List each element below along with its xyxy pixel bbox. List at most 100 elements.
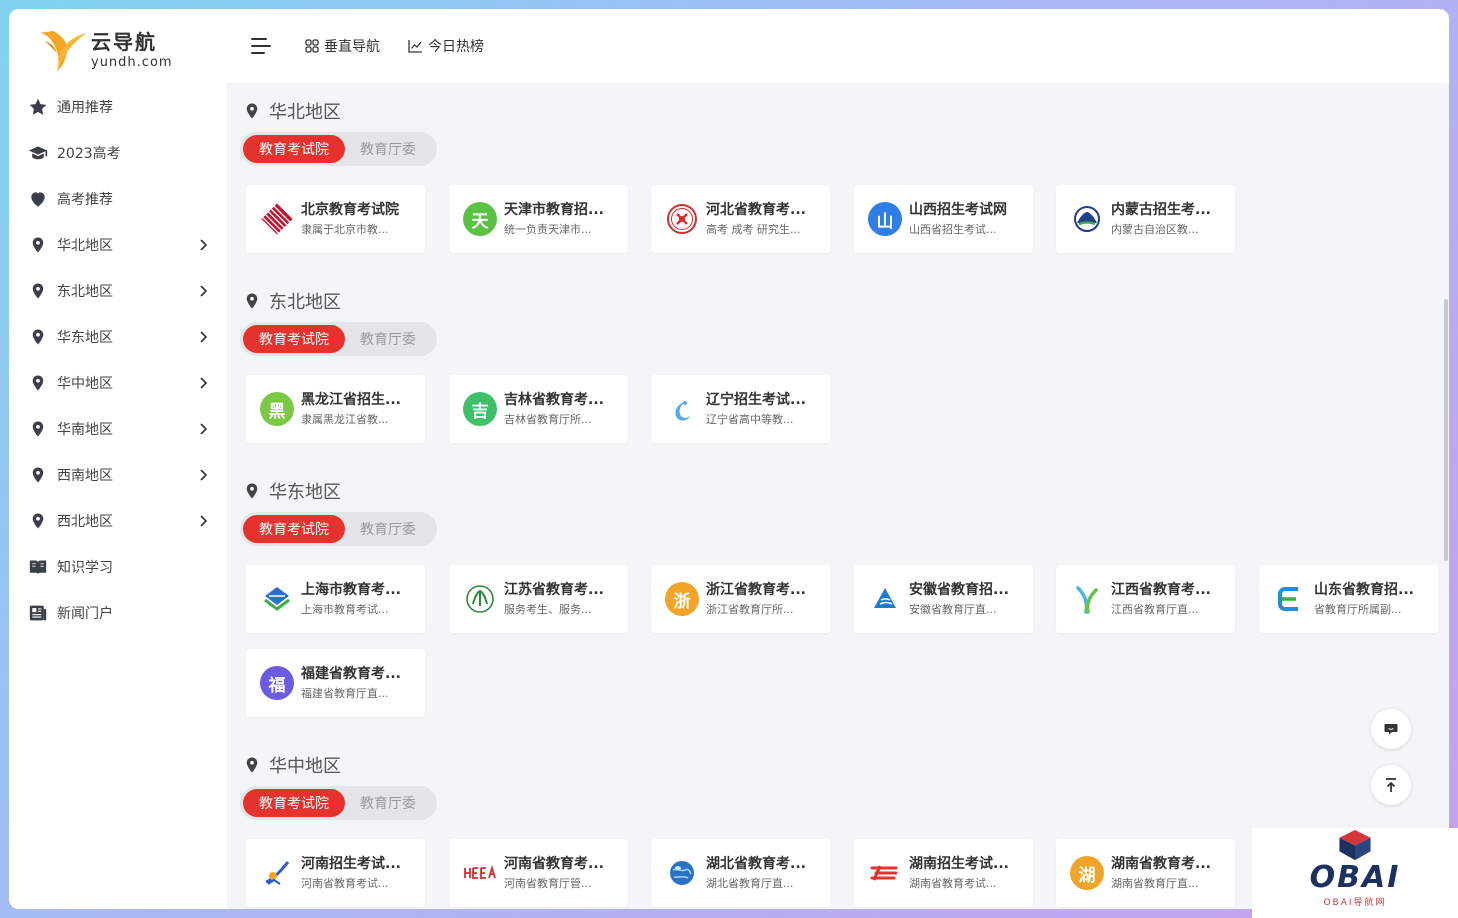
site-card-liaoning-exam[interactable]: 辽宁招生考试... 辽宁省高中等教... [651,375,830,443]
sidebar-item-label: 2023高考 [57,146,121,162]
site-card-shanghai-exam[interactable]: 上海市教育考... 上海市教育考试... [246,565,425,633]
site-card-desc: 湖北省教育厅直... [706,876,794,890]
site-card-title: 河北省教育考... [706,201,806,218]
line-chart-icon [408,40,422,53]
chat-icon [1384,724,1398,735]
sidebar-item-north[interactable]: 华北地区 [9,222,227,268]
site-card-shandong-exam[interactable]: 山东省教育招... 省教育厅所属副... [1259,565,1438,633]
sidebar-item-east[interactable]: 华东地区 [9,314,227,360]
hunan-letter-icon: 湖 [1070,856,1104,890]
app-window: 云导航 yundh.com 通用推荐 2023高考 高考推荐 华北地区 东北地区… [9,9,1449,909]
heilongjiang-letter-icon: 黑 [260,392,294,426]
hot-list-label: 今日热榜 [428,39,484,55]
site-card-fujian-exam[interactable]: 福 福建省教育考... 福建省教育厅直... [246,649,425,717]
region-title-label: 华东地区 [269,482,341,503]
chevron-right-icon [199,329,209,348]
graduation-cap-icon [27,142,49,164]
site-card-tianjin-exam[interactable]: 天 天津市教育招... 统一负责天津市... [449,185,628,253]
sidebar: 云导航 yundh.com 通用推荐 2023高考 高考推荐 华北地区 东北地区… [9,9,227,909]
scrollbar-thumb[interactable] [1444,299,1448,561]
sidebar-item-knowledge[interactable]: 知识学习 [9,544,227,590]
site-card-jiangsu-exam[interactable]: 江苏省教育考... 服务考生、服务... [449,565,628,633]
tab-exam-institute[interactable]: 教育考试院 [243,135,345,163]
chevron-right-icon [199,467,209,486]
sidebar-item-northwest[interactable]: 西北地区 [9,498,227,544]
region-title: 华北地区 [243,97,341,125]
sidebar-item-label: 通用推荐 [57,100,113,116]
site-card-title: 内蒙古招生考... [1111,201,1211,218]
site-card-title: 江西省教育考... [1111,581,1211,598]
site-card-beijing-exam[interactable]: 北京教育考试院 隶属于北京市教... [246,185,425,253]
vertical-nav-link[interactable]: 垂直导航 [305,36,380,56]
sidebar-item-gaokao-recommend[interactable]: 高考推荐 [9,176,227,222]
site-card-shanxi-exam[interactable]: 山 山西招生考试网 山西省招生考试... [854,185,1033,253]
location-pin-icon [27,326,49,348]
chevron-right-icon [199,375,209,394]
logo[interactable]: 云导航 yundh.com [37,23,173,79]
site-card-desc: 河南省教育考试... [301,876,389,890]
sidebar-item-south[interactable]: 华南地区 [9,406,227,452]
site-card-zhejiang-exam[interactable]: 浙 浙江省教育考... 浙江省教育厅所... [651,565,830,633]
site-card-desc: 吉林省教育厅所... [504,412,592,426]
sidebar-item-label: 华南地区 [57,422,113,438]
site-card-desc: 高考 成考 研究生... [706,222,801,236]
site-card-desc: 隶属黑龙江省教... [301,412,389,426]
location-pin-icon [246,103,258,119]
site-card-anhui-exam[interactable]: 安徽省教育招... 安徽省教育厅直... [854,565,1033,633]
tab-education-dept[interactable]: 教育厅委 [345,789,431,817]
anhui-triangle-logo-icon [868,582,902,616]
sidebar-item-recommend[interactable]: 通用推荐 [9,84,227,130]
hubei-globe-logo-icon [665,856,699,890]
sidebar-item-label: 西南地区 [57,468,113,484]
site-card-title: 上海市教育考... [301,581,401,598]
site-card-desc: 辽宁省高中等教... [706,412,794,426]
site-card-title: 黑龙江省招生... [301,391,401,408]
tab-exam-institute[interactable]: 教育考试院 [243,325,345,353]
site-card-hunan-admission[interactable]: 湖南招生考试... 湖南省教育考试... [854,839,1033,907]
site-card-desc: 福建省教育厅直... [301,686,389,700]
tab-exam-institute[interactable]: 教育考试院 [243,789,345,817]
sidebar-item-southwest[interactable]: 西南地区 [9,452,227,498]
site-card-hunan-exam[interactable]: 湖 湖南省教育考... 湖南省教育厅直... [1056,839,1235,907]
location-pin-icon [27,372,49,394]
site-card-henan-exam[interactable]: 河南省教育考... 河南省教育厅管... [449,839,628,907]
tab-education-dept[interactable]: 教育厅委 [345,515,431,543]
sidebar-nav: 通用推荐 2023高考 高考推荐 华北地区 东北地区 华东地区 华中地区 华南地… [9,84,227,636]
tab-education-dept[interactable]: 教育厅委 [345,325,431,353]
heart-icon [27,188,49,210]
menu-fold-icon[interactable] [249,34,273,58]
sidebar-item-northeast[interactable]: 东北地区 [9,268,227,314]
site-card-jiangxi-exam[interactable]: 江西省教育考... 江西省教育厅直... [1056,565,1235,633]
site-card-henan-admission[interactable]: 河南招生考试... 河南省教育考试... [246,839,425,907]
site-card-jilin-exam[interactable]: 吉 吉林省教育考... 吉林省教育厅所... [449,375,628,443]
sidebar-item-central[interactable]: 华中地区 [9,360,227,406]
liaoning-swirl-logo-icon [665,392,699,426]
sidebar-item-label: 华北地区 [57,238,113,254]
tab-exam-institute[interactable]: 教育考试院 [243,515,345,543]
location-pin-icon [27,280,49,302]
sidebar-item-news[interactable]: 新闻门户 [9,590,227,636]
back-to-top-button[interactable] [1371,765,1411,805]
grid-icon [305,39,319,53]
neimenggu-logo-icon [1070,202,1104,236]
tab-education-dept[interactable]: 教育厅委 [345,135,431,163]
chat-button[interactable] [1371,709,1411,749]
sidebar-item-label: 华中地区 [57,376,113,392]
back-to-top-icon [1386,778,1396,792]
site-card-hebei-exam[interactable]: 河北省教育考... 高考 成考 研究生... [651,185,830,253]
site-card-neimenggu-exam[interactable]: 内蒙古招生考... 内蒙古自治区教... [1056,185,1235,253]
site-card-desc: 省教育厅所属副... [1314,602,1402,616]
sidebar-item-gaokao-2023[interactable]: 2023高考 [9,130,227,176]
location-pin-icon [246,483,258,499]
hot-list-link[interactable]: 今日热榜 [408,36,484,56]
chevron-right-icon [199,421,209,440]
site-card-heilongjiang-exam[interactable]: 黑 黑龙江省招生... 隶属黑龙江省教... [246,375,425,443]
site-card-title: 浙江省教育考... [706,581,806,598]
site-card-desc: 山西省招生考试... [909,222,997,236]
region-tabs: 教育考试院 教育厅委 [240,512,437,546]
location-pin-icon [27,234,49,256]
site-card-hubei-exam[interactable]: 湖北省教育考... 湖北省教育厅直... [651,839,830,907]
site-card-title: 天津市教育招... [504,201,604,218]
region-title-label: 华北地区 [269,102,341,123]
site-card-title: 山西招生考试网 [909,201,1007,218]
